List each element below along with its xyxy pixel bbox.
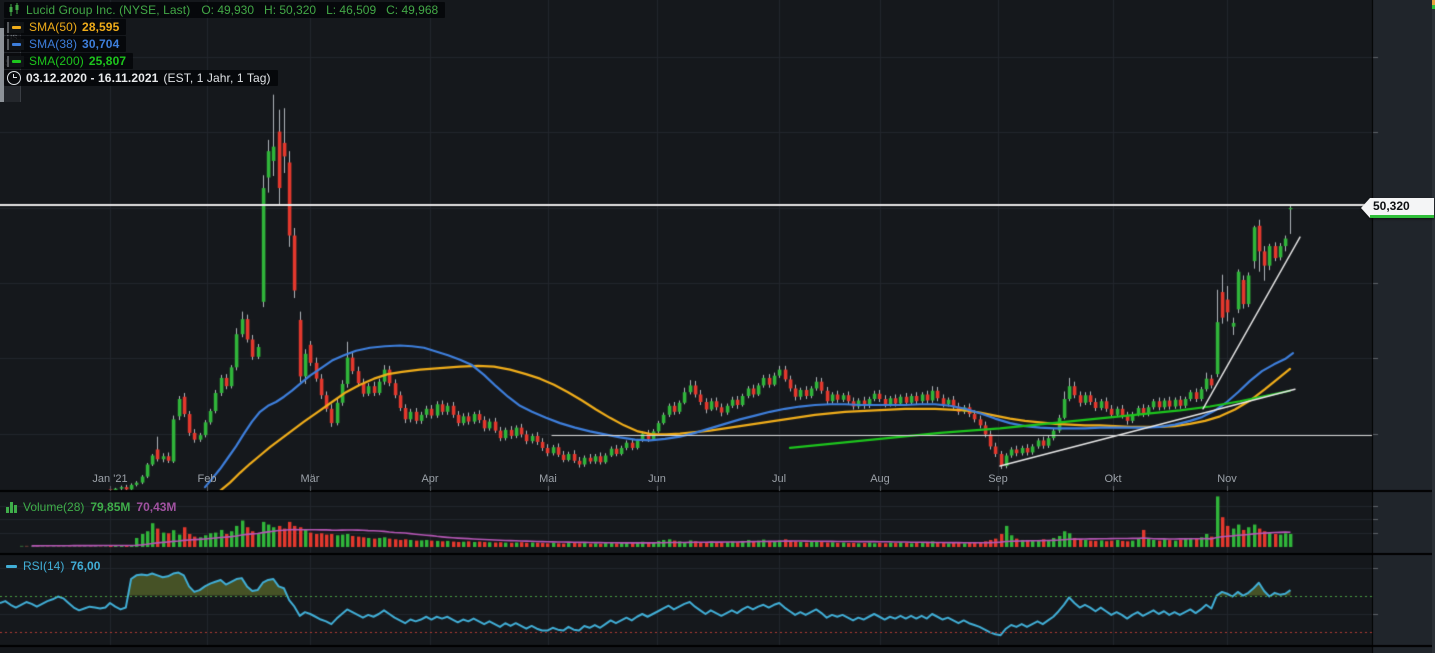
- date-range-detail: (EST, 1 Jahr, 1 Tag): [163, 71, 270, 85]
- month-label: Jul: [772, 473, 786, 485]
- chart-canvas[interactable]: [0, 0, 1435, 653]
- time-axis[interactable]: Jan '21 Feb Mär Apr Mai Jun Jul Aug Sep Okt Nov: [0, 470, 1372, 490]
- price-axis[interactable]: 70,00060,00040,00030,00020,000300,00M200…: [1373, 0, 1432, 653]
- date-range-row[interactable]: 03.12.2020 - 16.11.2021 (EST, 1 Jahr, 1 …: [4, 70, 278, 86]
- rsi-value: 76,00: [70, 559, 100, 573]
- price-tag-arrow-icon: [1361, 198, 1370, 218]
- month-label: Feb: [198, 473, 217, 485]
- ohlc-item: L: 46,509: [326, 3, 376, 17]
- month-label: Mai: [539, 473, 557, 485]
- candlestick-icon: [7, 3, 21, 17]
- ohlc-item: O: 49,930: [201, 3, 254, 17]
- volume-legend-row[interactable]: Volume(28) 79,85M 70,43M: [6, 500, 176, 514]
- instrument-legend-row[interactable]: Lucid Group Inc. (NYSE, Last) O: 49,930 H…: [4, 2, 445, 18]
- month-label: Okt: [1104, 473, 1121, 485]
- ohlc-values: O: 49,930 H: 50,320 L: 46,509 C: 49,968: [201, 3, 438, 17]
- volume-label: Volume(28): [23, 500, 84, 514]
- month-label: Sep: [988, 473, 1008, 485]
- sma50-label: SMA(50): [29, 20, 77, 34]
- month-label: Apr: [421, 473, 438, 485]
- sma38-value: 30,704: [82, 37, 119, 51]
- sma200-label: SMA(200): [29, 54, 84, 68]
- sma50-legend-row[interactable]: SMA(50) 28,595: [4, 19, 126, 35]
- ohlc-item: C: 49,968: [386, 3, 438, 17]
- price-tag-value: 50,320: [1370, 198, 1434, 218]
- instrument-title: Lucid Group Inc. (NYSE, Last): [26, 3, 190, 17]
- month-label: Jan '21: [92, 473, 127, 485]
- rsi-legend-row[interactable]: RSI(14) 76,00: [6, 559, 100, 573]
- sma200-swatch-icon: [7, 56, 24, 67]
- sma200-value: 25,807: [89, 54, 126, 68]
- date-range: 03.12.2020 - 16.11.2021: [26, 71, 158, 85]
- rsi-label: RSI(14): [23, 559, 64, 573]
- sma38-swatch-icon: [7, 39, 24, 50]
- month-label: Aug: [870, 473, 890, 485]
- sma38-legend-row[interactable]: SMA(38) 30,704: [4, 36, 126, 52]
- volume-value: 79,85M: [90, 500, 130, 514]
- month-label: Nov: [1217, 473, 1237, 485]
- month-label: Jun: [648, 473, 666, 485]
- chart-window: us SD Lucid Group Inc. (NYSE, Last) O: 4…: [0, 0, 1435, 653]
- clock-icon: [7, 71, 21, 85]
- ohlc-item: H: 50,320: [264, 3, 316, 17]
- volume-ma-value: 70,43M: [136, 500, 176, 514]
- volume-bars-icon: [6, 502, 17, 513]
- sma38-label: SMA(38): [29, 37, 77, 51]
- sma200-legend-row[interactable]: SMA(200) 25,807: [4, 53, 133, 69]
- month-label: Mär: [301, 473, 320, 485]
- last-price-tag: 50,320: [1361, 198, 1434, 218]
- sma50-swatch-icon: [7, 22, 24, 33]
- rsi-line-icon: [6, 565, 17, 568]
- sma50-value: 28,595: [82, 20, 119, 34]
